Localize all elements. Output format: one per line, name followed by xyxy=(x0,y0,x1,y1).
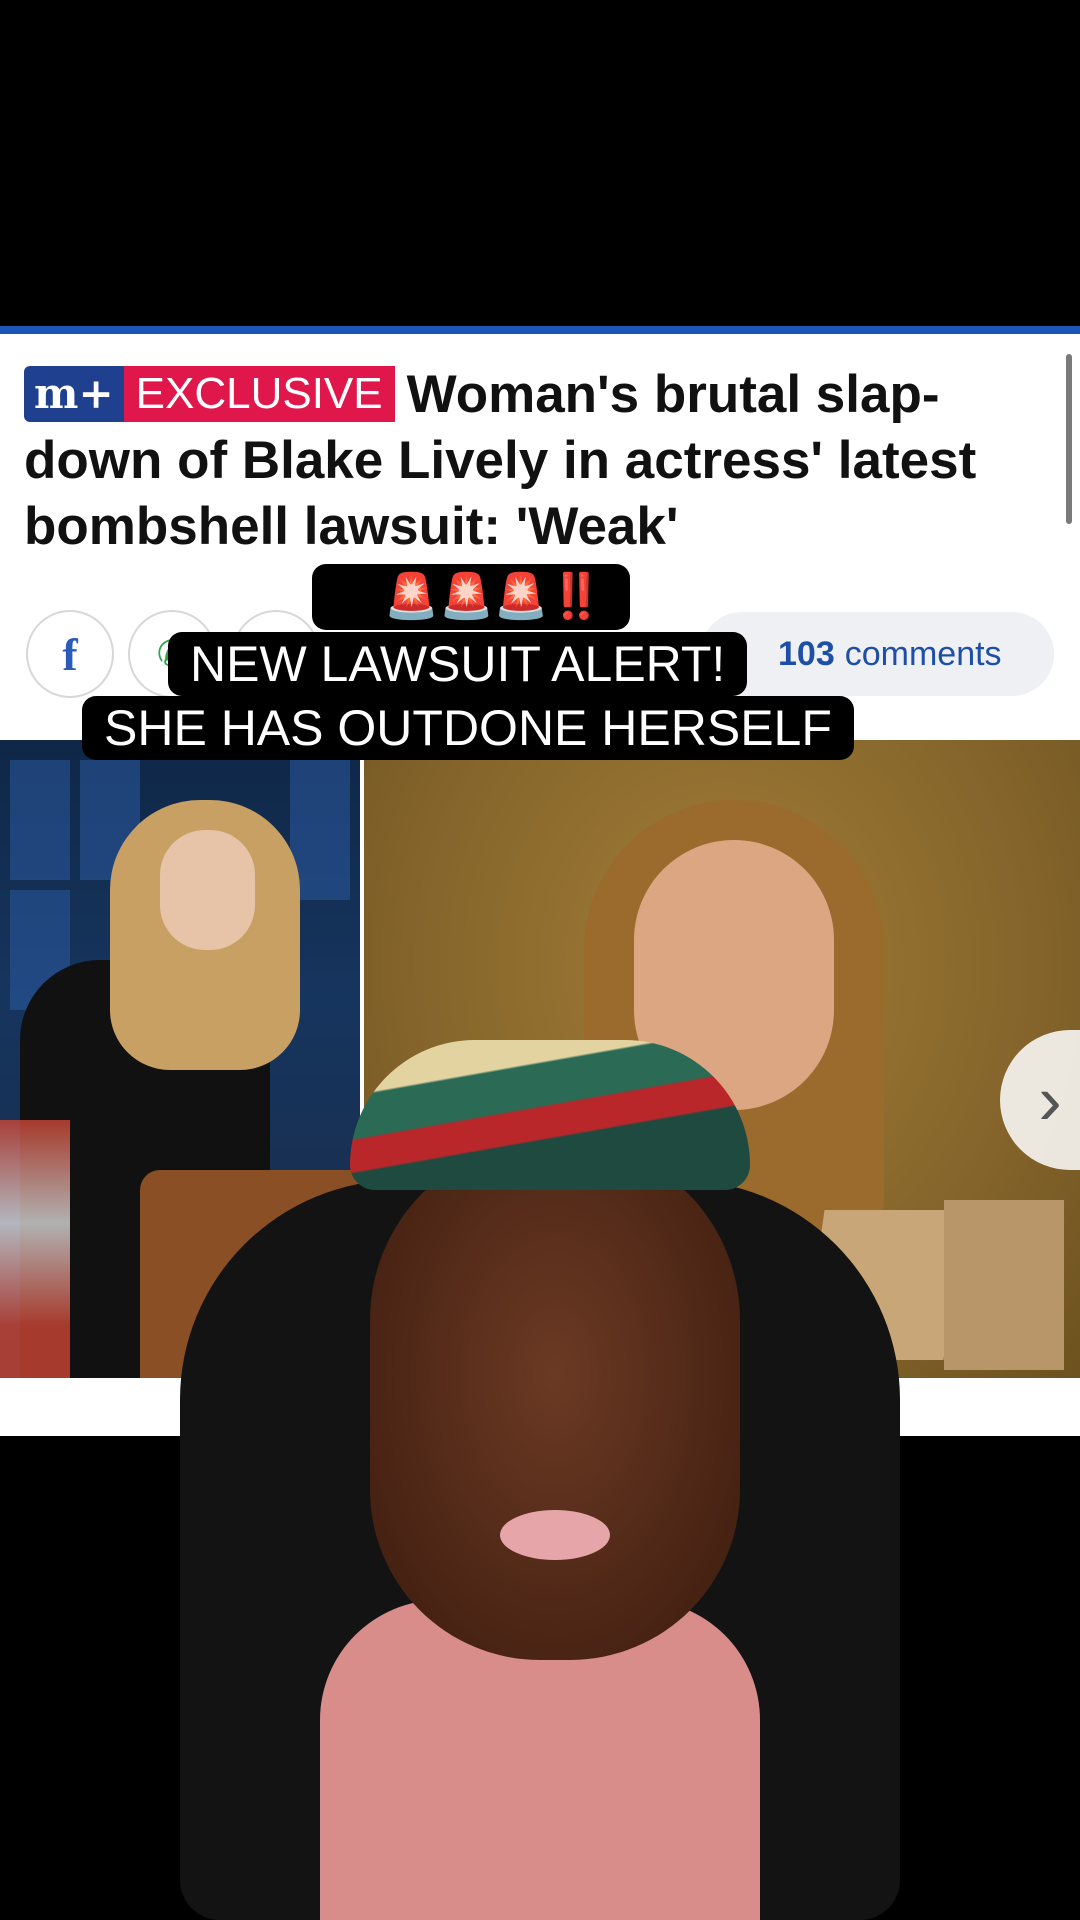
brand-logo-badge: m+ xyxy=(24,366,124,422)
facebook-icon: f xyxy=(62,628,78,680)
comments-button[interactable]: 103 comments xyxy=(700,612,1054,696)
facebook-share-button[interactable]: f xyxy=(26,610,114,698)
comments-count: 103 xyxy=(778,634,835,673)
top-accent-bar xyxy=(0,326,1080,334)
chevron-right-icon: › xyxy=(1038,1061,1062,1139)
caption-line-2: SHE HAS OUTDONE HERSELF xyxy=(82,696,854,760)
emoji-caption: 😏🚨🚨🚨‼️ xyxy=(312,564,630,630)
article-headline[interactable]: m+ EXCLUSIVE Woman's brutal slap-down of … xyxy=(24,362,1054,560)
creator-video-cutout xyxy=(170,1040,910,1920)
comments-label: comments xyxy=(844,634,1002,673)
exclusive-label: EXCLUSIVE xyxy=(123,366,395,422)
caption-line-1: NEW LAWSUIT ALERT! xyxy=(168,632,748,696)
scrollbar-thumb[interactable] xyxy=(1066,354,1072,524)
exclusive-badge: m+ EXCLUSIVE xyxy=(24,366,395,422)
headband xyxy=(350,1040,750,1190)
